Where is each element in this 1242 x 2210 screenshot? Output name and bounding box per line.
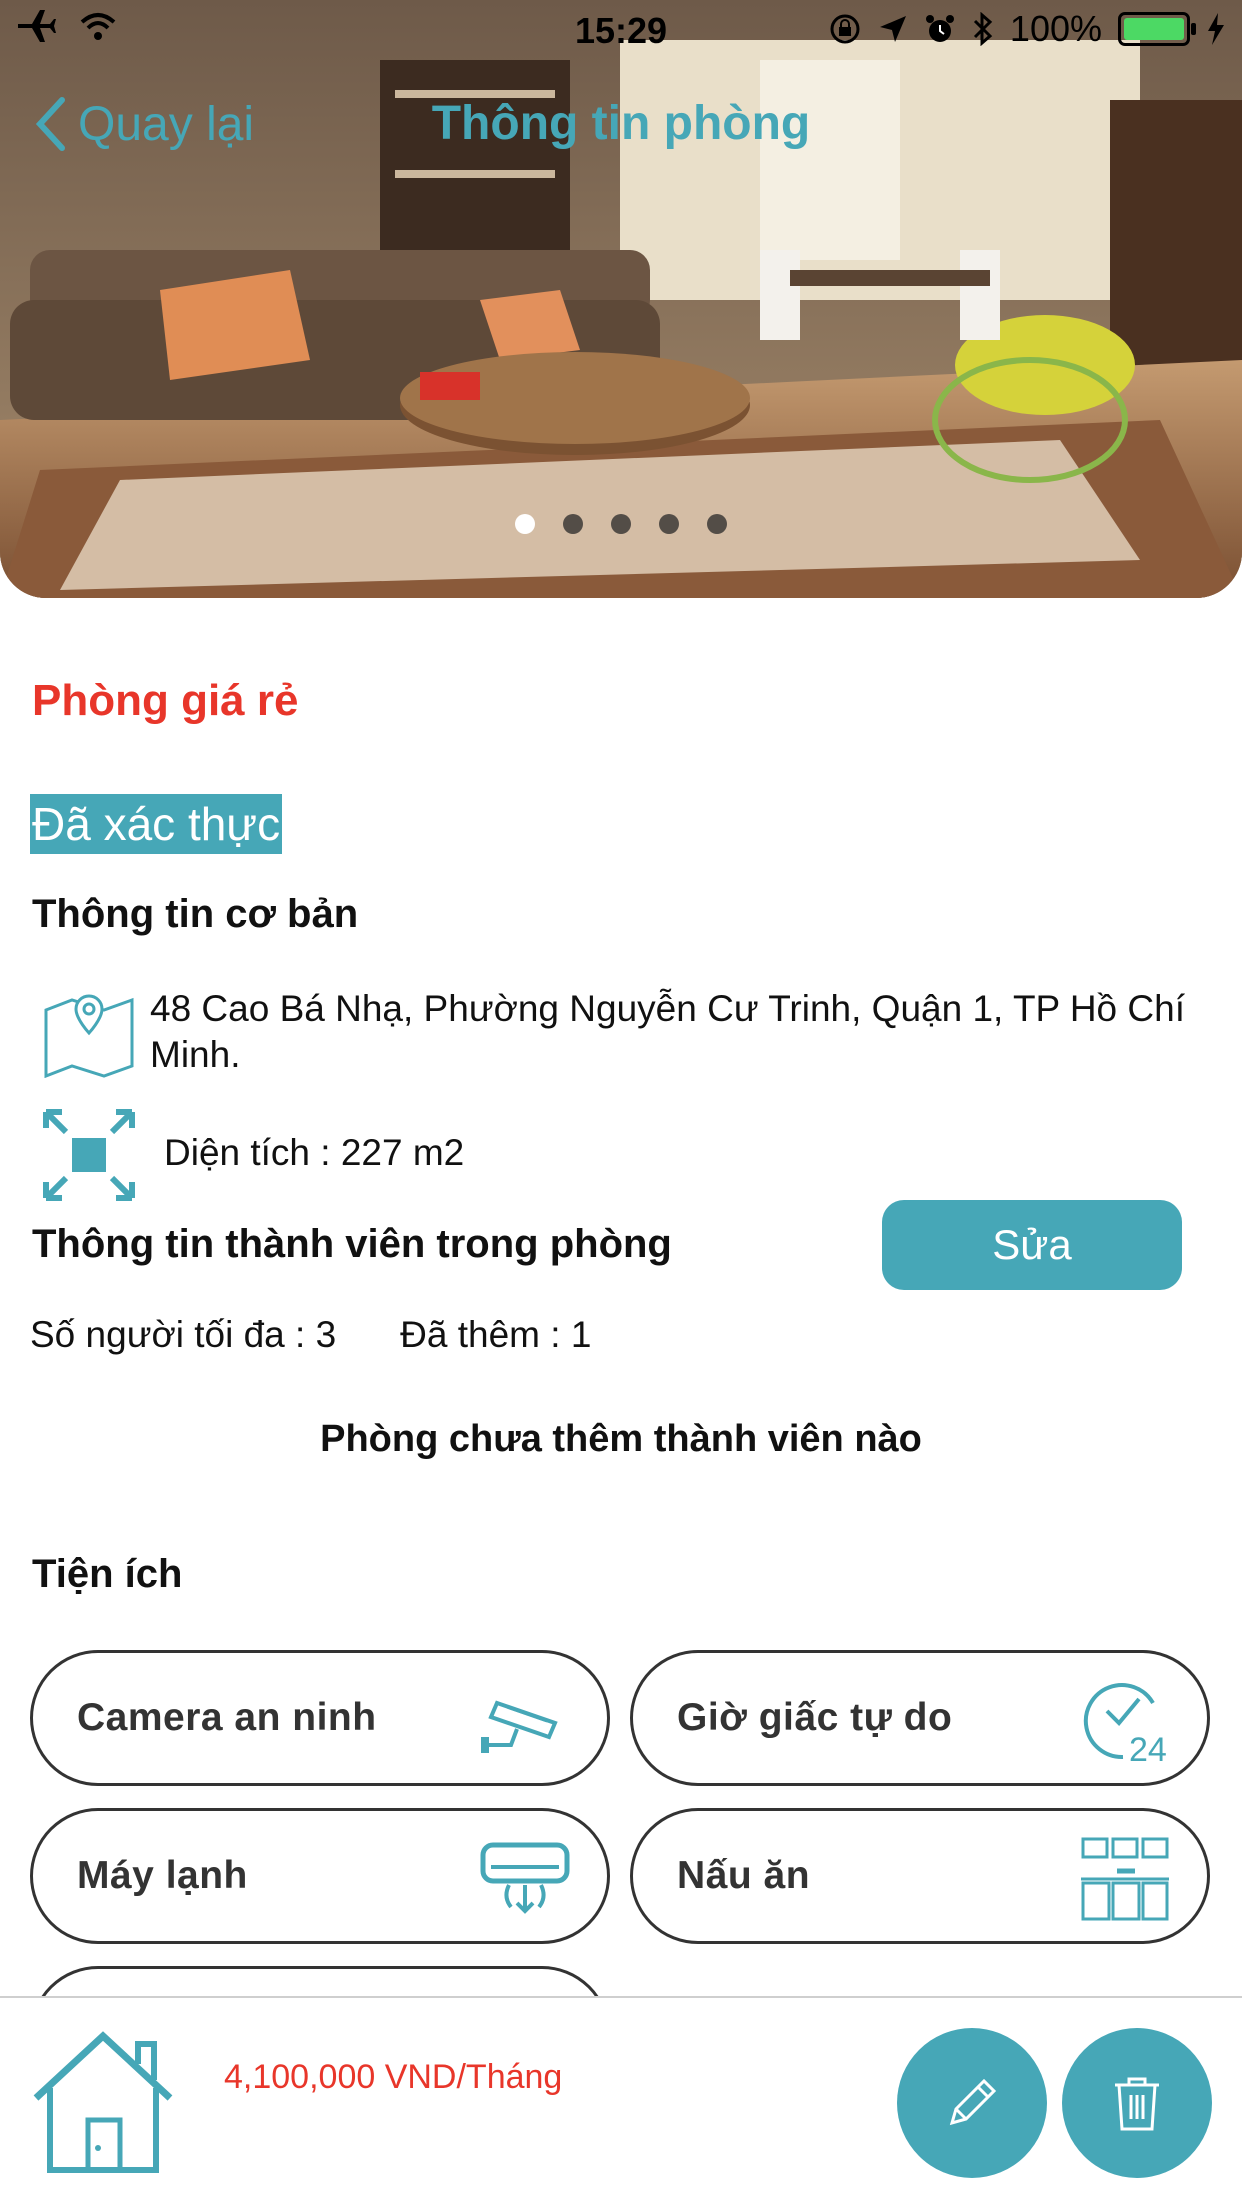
battery-icon [1118,12,1196,46]
status-bar: 15:29 100% [0,0,1242,62]
members-heading: Thông tin thành viên trong phòng [32,1222,672,1266]
area-expand-icon [43,1109,135,1201]
room-name: Phòng giá rẻ [32,676,299,725]
svg-text:24: 24 [1129,1731,1167,1769]
bottom-bar: 4,100,000 VND/Tháng [0,1996,1242,2210]
map-pin-icon [44,994,134,1078]
edit-members-button[interactable]: Sửa [882,1200,1182,1290]
amenity-label: Giờ giấc tự do [677,1696,953,1739]
no-members-message: Phòng chưa thêm thành viên nào [320,1418,922,1460]
clock-24-icon: 24 [1083,1683,1167,1769]
amenity-chip[interactable]: Giờ giấc tự do 24 [630,1650,1210,1786]
amenity-label: Camera an ninh [77,1696,377,1739]
kitchen-icon [1081,1837,1169,1921]
amenities-heading: Tiện ích [32,1552,183,1596]
amenity-label: Máy lạnh [77,1854,248,1897]
amenity-chip[interactable]: Camera an ninh [30,1650,610,1786]
amenity-chip[interactable]: Nấu ăn [630,1808,1210,1944]
member-counts: Số người tối đa : 3 Đã thêm : 1 [30,1314,591,1356]
verified-badge: Đã xác thực [30,794,283,854]
location-icon [879,16,906,42]
bluetooth-icon [973,12,993,46]
page-title: Thông tin phòng [431,97,811,150]
edit-room-button[interactable] [897,2028,1047,2178]
battery-percent: 100% [1009,8,1102,49]
alarm-icon [925,15,954,42]
rotation-lock-icon [830,14,860,44]
charging-icon [1208,13,1224,45]
page-dot[interactable] [611,514,631,534]
page-dot[interactable] [707,514,727,534]
air-conditioner-icon [480,1842,570,1914]
trash-icon [1115,2077,1159,2131]
room-address: 48 Cao Bá Nhạ, Phường Nguyễn Cư Trinh, Q… [150,988,1185,1075]
page-dot[interactable] [659,514,679,534]
amenity-label: Nấu ăn [677,1854,811,1897]
security-camera-icon [481,1700,558,1753]
page-dot[interactable] [563,514,583,534]
basic-info-heading: Thông tin cơ bản [32,892,359,936]
max-people-text: Số người tối đa : 3 [30,1314,337,1355]
navigation-bar: Quay lại Thông tin phòng [0,90,1242,170]
room-price: 4,100,000 VND/Tháng [224,2058,563,2096]
room-area: Diện tích : 227 m2 [164,1132,465,1173]
added-count-text: Đã thêm : 1 [400,1314,592,1355]
room-photo-gallery[interactable]: 15:29 100% Quay lại Thông tin phòng [0,0,1242,598]
delete-room-button[interactable] [1062,2028,1212,2178]
amenity-chip[interactable]: Máy lạnh [30,1808,610,1944]
page-dot[interactable] [515,514,535,534]
house-icon [33,2031,173,2173]
status-right-icons: 100% [828,8,1226,50]
gallery-page-indicator[interactable] [0,514,1242,534]
pencil-icon [949,2078,997,2126]
